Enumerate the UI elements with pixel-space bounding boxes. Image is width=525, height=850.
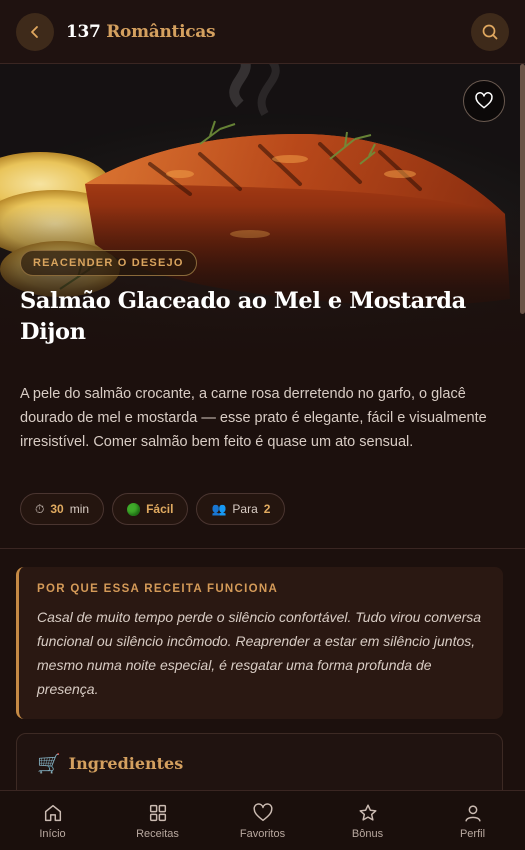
app-title-number: 137 [66, 21, 101, 42]
nav-label: Perfil [459, 827, 486, 840]
top-app-bar: 137 Românticas [0, 0, 525, 64]
time-value: 30 [50, 502, 64, 516]
recipe-info-chips: ⏱ 30 min Fácil 👥 Para 2 [20, 493, 286, 525]
nav-item-perfil[interactable]: Perfil [420, 791, 525, 850]
servings-prefix: Para [232, 502, 258, 516]
ingredients-title: Ingredientes [68, 754, 184, 773]
recipe-title: Salmão Glaceado ao Mel e Mostarda Dijon [20, 288, 466, 345]
servings-chip: 👥 Para 2 [196, 493, 286, 525]
time-chip: ⏱ 30 min [20, 493, 105, 525]
shopping-cart-icon: 🛒 [37, 754, 61, 775]
recipe-description: A pele do salmão crocante, a carne rosa … [20, 386, 487, 450]
heart-icon [253, 802, 272, 821]
nav-label: Início [39, 827, 66, 840]
people-icon: 👥 [211, 502, 227, 516]
difficulty-chip: Fácil [112, 493, 189, 525]
search-button[interactable] [471, 12, 509, 51]
time-unit: min [69, 502, 90, 516]
servings-value: 2 [263, 502, 271, 516]
search-icon [482, 24, 498, 39]
difficulty-value: Fácil [146, 502, 174, 516]
home-icon [44, 804, 61, 821]
why-heading: POR QUE ESSA RECEITA FUNCIONA [37, 583, 279, 595]
section-divider [0, 548, 525, 549]
nav-item-inicio[interactable]: Início [0, 791, 105, 850]
green-dot-icon [127, 502, 141, 516]
star-icon [358, 803, 377, 821]
bottom-navigation: Início Receitas Favoritos Bônus Perfil [0, 790, 525, 850]
scrollbar-thumb[interactable] [520, 64, 525, 314]
user-icon [464, 804, 481, 822]
recipe-hero: REACENDER O DESEJO Salmão Glaceado ao Me… [0, 64, 525, 356]
nav-item-bonus[interactable]: Bônus [315, 791, 420, 850]
chevron-left-icon [31, 25, 38, 38]
why-text: Casal de muito tempo perde o silêncio co… [37, 609, 482, 697]
stopwatch-icon: ⏱ [35, 501, 45, 516]
why-it-works-card: POR QUE ESSA RECEITA FUNCIONA Casal de m… [16, 567, 503, 719]
nav-item-receitas[interactable]: Receitas [105, 791, 210, 850]
nav-item-favoritos[interactable]: Favoritos [210, 791, 315, 850]
nav-label: Receitas [136, 827, 179, 840]
back-button[interactable] [16, 12, 54, 51]
nav-label: Bônus [351, 827, 384, 840]
app-title: 137 Românticas [66, 21, 216, 42]
heart-icon [475, 92, 493, 109]
favorite-button[interactable] [463, 80, 505, 122]
app-title-word: Românticas [106, 21, 216, 42]
nav-label: Favoritos [239, 827, 286, 840]
grid-icon [149, 804, 166, 821]
category-badge: REACENDER O DESEJO [20, 250, 197, 276]
